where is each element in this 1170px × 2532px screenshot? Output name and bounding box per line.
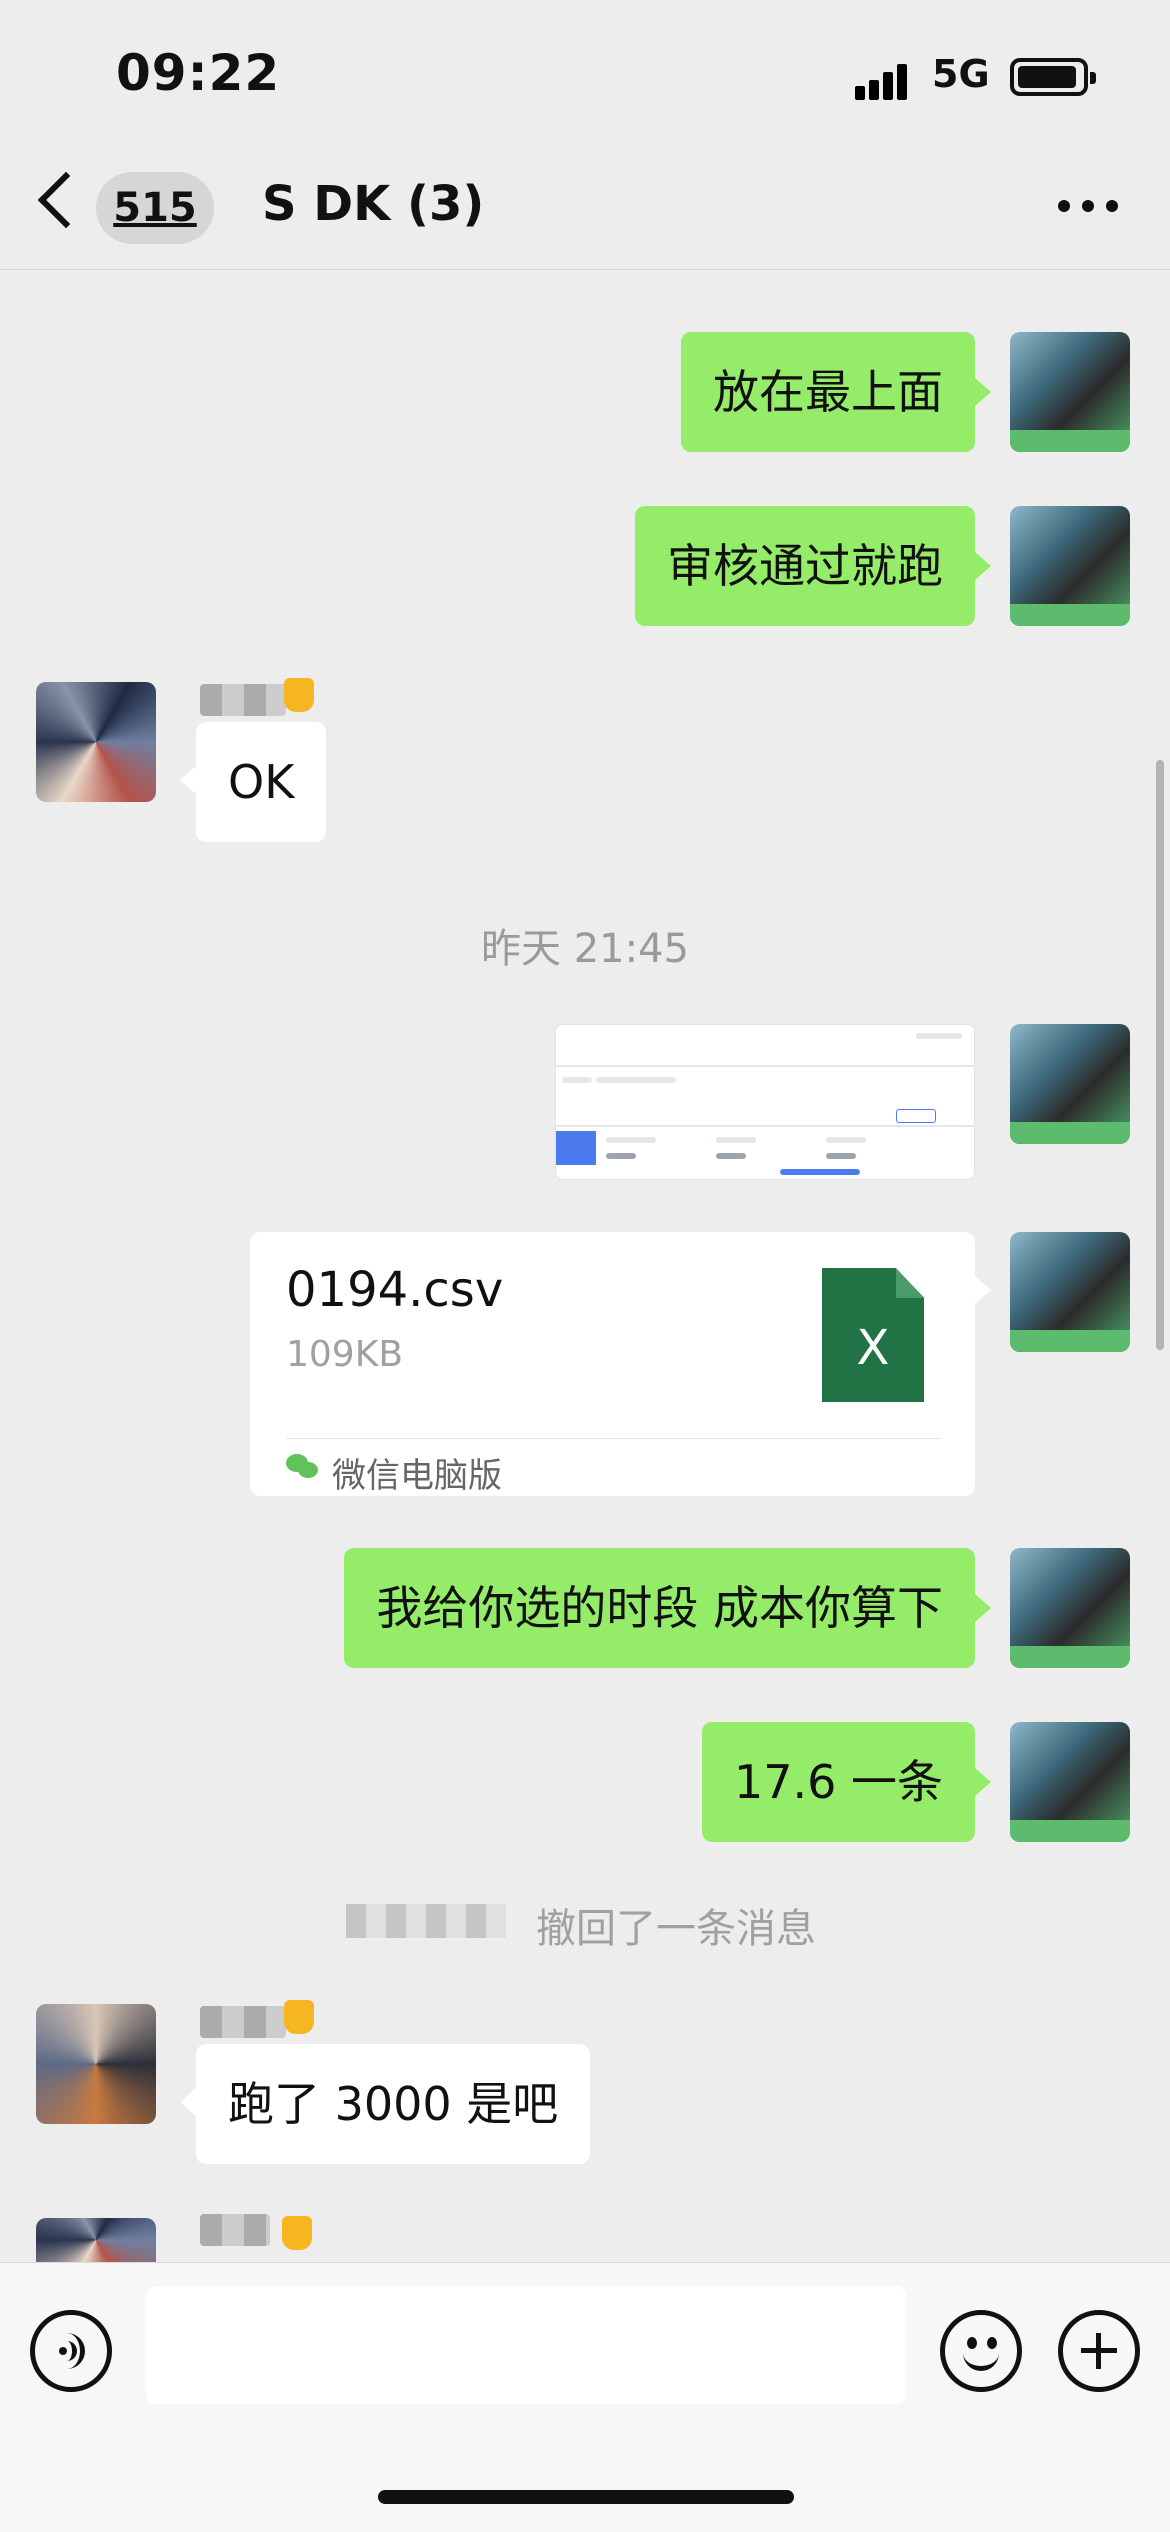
sender-emoji-icon (284, 2000, 314, 2034)
home-indicator (378, 2490, 794, 2504)
chat-timestamp: 昨天 21:45 (481, 926, 689, 972)
bubble-tail (180, 2088, 196, 2116)
bubble-tail (975, 552, 991, 580)
recall-notice: 撤回了一条消息 (536, 1906, 816, 1952)
message-bubble-sent[interactable]: 放在最上面 (681, 332, 975, 452)
emoji-icon[interactable] (940, 2310, 1022, 2392)
avatar-self[interactable] (1010, 1548, 1130, 1668)
status-time: 09:22 (116, 44, 281, 102)
unread-count-badge[interactable]: 515 (96, 172, 214, 244)
avatar-contact[interactable] (36, 2004, 156, 2124)
file-source: 微信电脑版 (332, 1456, 502, 1496)
more-icon[interactable] (1058, 200, 1118, 214)
sender-name (200, 2006, 286, 2038)
signal-icon (855, 60, 915, 100)
message-bubble-received[interactable]: OK (196, 722, 327, 842)
message-bubble-sent[interactable]: 17.6 一条 (701, 1722, 975, 1842)
bubble-tail (180, 766, 196, 794)
avatar-self[interactable] (1010, 332, 1130, 452)
battery-icon (1010, 58, 1096, 96)
message-bubble-sent[interactable]: 审核通过就跑 (635, 506, 975, 626)
sender-emoji-icon (282, 2216, 312, 2250)
network-type: 5G (932, 52, 990, 96)
file-size: 109KB (286, 1334, 404, 1375)
avatar-self[interactable] (1010, 1722, 1130, 1842)
file-name: 0194.csv (286, 1262, 504, 1318)
avatar-self[interactable] (1010, 506, 1130, 626)
bubble-tail (975, 1768, 991, 1796)
sender-emoji-icon (284, 678, 314, 712)
message-bubble-sent[interactable]: 我给你选的时段 成本你算下 (344, 1548, 975, 1668)
avatar-contact[interactable] (36, 2218, 156, 2262)
message-bubble-received[interactable]: 跑了 3000 是吧 (196, 2044, 591, 2164)
bubble-tail (975, 1594, 991, 1622)
avatar-self[interactable] (1010, 1232, 1130, 1352)
avatar-contact[interactable] (36, 682, 156, 802)
sender-name (200, 2214, 270, 2246)
voice-icon[interactable] (30, 2310, 112, 2392)
sender-name (200, 684, 286, 716)
bubble-tail (975, 1276, 991, 1304)
bubble-tail (975, 378, 991, 406)
avatar-self[interactable] (1010, 1024, 1130, 1144)
image-message[interactable] (555, 1024, 975, 1180)
chat-title: S DK (3) (262, 176, 485, 232)
recall-sender-name (346, 1904, 506, 1938)
divider (286, 1438, 942, 1439)
message-input[interactable] (146, 2286, 906, 2404)
wechat-icon (286, 1452, 318, 1480)
excel-icon-letter: X (856, 1320, 890, 1376)
scrollbar[interactable] (1156, 760, 1164, 1350)
plus-icon[interactable] (1058, 2310, 1140, 2392)
